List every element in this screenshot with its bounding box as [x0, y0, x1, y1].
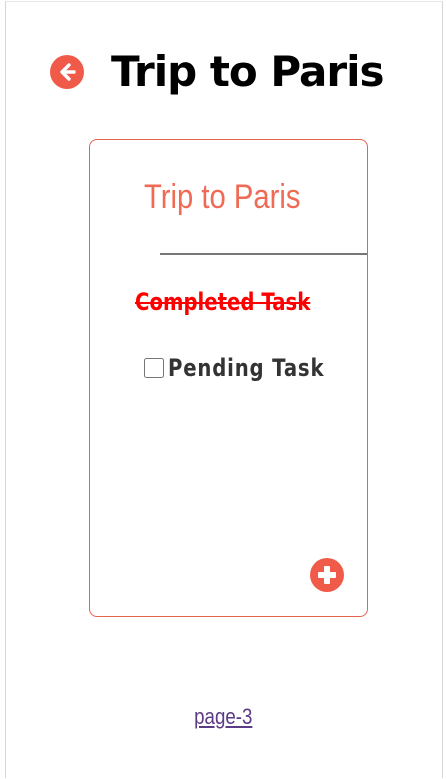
pending-task-item[interactable]: Pending Task: [144, 354, 359, 382]
add-task-button[interactable]: [310, 558, 344, 592]
arrow-left-circle-icon: [60, 63, 76, 81]
pending-task-checkbox[interactable]: [144, 358, 164, 378]
plus-circle-icon: [318, 566, 336, 584]
back-button[interactable]: [50, 55, 84, 89]
page-link[interactable]: page-3: [194, 704, 252, 730]
completed-task-item[interactable]: Completed Task: [135, 288, 310, 316]
card-divider: [160, 253, 367, 255]
page-header: Trip to Paris: [50, 42, 384, 102]
card-title: Trip to Paris: [144, 178, 301, 216]
pagination: page-3: [0, 704, 446, 730]
page-title: Trip to Paris: [111, 47, 384, 96]
pending-task-label: Pending Task: [168, 354, 325, 382]
task-card: Trip to Paris Completed Task Pending Tas…: [89, 139, 368, 617]
